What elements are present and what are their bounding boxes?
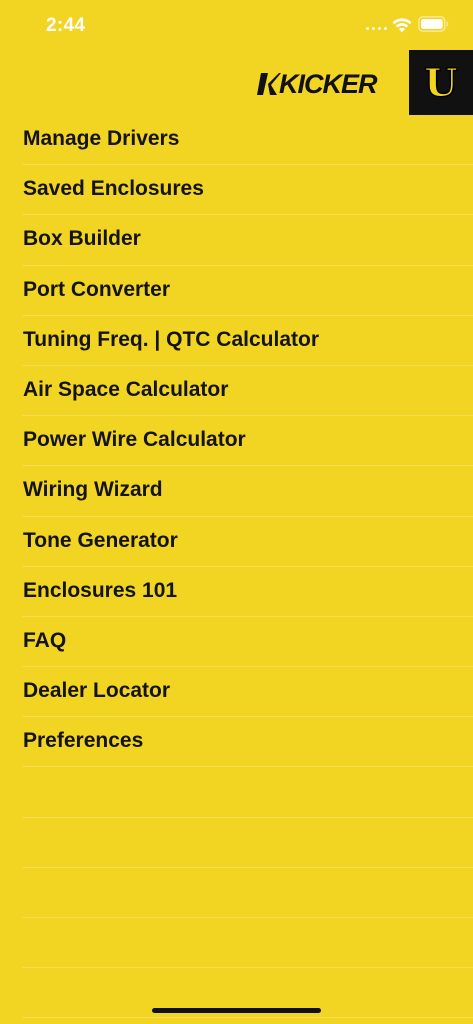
menu-item-label: Preferences bbox=[23, 729, 144, 753]
empty-row bbox=[22, 868, 473, 918]
menu-item-power-wire-calculator[interactable]: Power Wire Calculator bbox=[22, 416, 473, 467]
menu-item-label: FAQ bbox=[23, 628, 67, 652]
kicker-wordmark: KICKER bbox=[279, 69, 378, 99]
menu-item-enclosures-101[interactable]: Enclosures 101 bbox=[22, 567, 473, 617]
u-badge-letter: U bbox=[424, 60, 458, 106]
menu-item-label: Tuning Freq. | QTC Calculator bbox=[23, 327, 319, 351]
status-time: 2:44 bbox=[46, 15, 86, 36]
menu-item-label: Box Builder bbox=[23, 227, 141, 251]
menu-item-label: Manage Drivers bbox=[23, 127, 180, 150]
menu-item-manage-drivers[interactable]: Manage Drivers bbox=[22, 115, 473, 166]
signal-dots-icon bbox=[366, 27, 387, 30]
menu-item-dealer-locator[interactable]: Dealer Locator bbox=[22, 667, 473, 718]
menu-item-label: Air Space Calculator bbox=[23, 377, 229, 401]
menu-item-tone-generator[interactable]: Tone Generator bbox=[22, 517, 473, 567]
kicker-logo: KICKER bbox=[257, 70, 395, 98]
menu-item-label: Wiring Wizard bbox=[23, 478, 163, 502]
empty-row bbox=[22, 818, 473, 868]
menu-item-air-space-calculator[interactable]: Air Space Calculator bbox=[22, 366, 473, 417]
empty-row bbox=[22, 767, 473, 818]
menu-item-box-builder[interactable]: Box Builder bbox=[22, 215, 473, 266]
menu-item-label: Enclosures 101 bbox=[23, 578, 178, 602]
home-indicator[interactable] bbox=[152, 1008, 321, 1013]
menu-item-faq[interactable]: FAQ bbox=[22, 617, 473, 668]
header: KICKER U bbox=[0, 50, 473, 116]
menu-item-wiring-wizard[interactable]: Wiring Wizard bbox=[22, 466, 473, 517]
empty-row bbox=[22, 918, 473, 969]
u-badge-logo: U bbox=[409, 50, 473, 115]
menu-item-saved-enclosures[interactable]: Saved Enclosures bbox=[22, 165, 473, 216]
wifi-icon bbox=[392, 18, 412, 33]
menu-item-label: Saved Enclosures bbox=[23, 177, 204, 201]
main-menu: Manage Drivers Saved Enclosures Box Buil… bbox=[0, 115, 473, 1019]
battery-icon bbox=[418, 16, 449, 32]
kicker-k-mark-icon bbox=[257, 73, 281, 95]
status-bar: 2:44 bbox=[0, 0, 473, 50]
menu-item-label: Dealer Locator bbox=[23, 679, 171, 703]
menu-item-tuning-freq-qtc-calculator[interactable]: Tuning Freq. | QTC Calculator bbox=[22, 316, 473, 366]
menu-item-label: Power Wire Calculator bbox=[23, 428, 246, 452]
menu-item-label: Tone Generator bbox=[23, 528, 178, 552]
menu-item-port-converter[interactable]: Port Converter bbox=[22, 266, 473, 316]
menu-item-preferences[interactable]: Preferences bbox=[22, 717, 473, 768]
menu-item-label: Port Converter bbox=[23, 277, 171, 301]
